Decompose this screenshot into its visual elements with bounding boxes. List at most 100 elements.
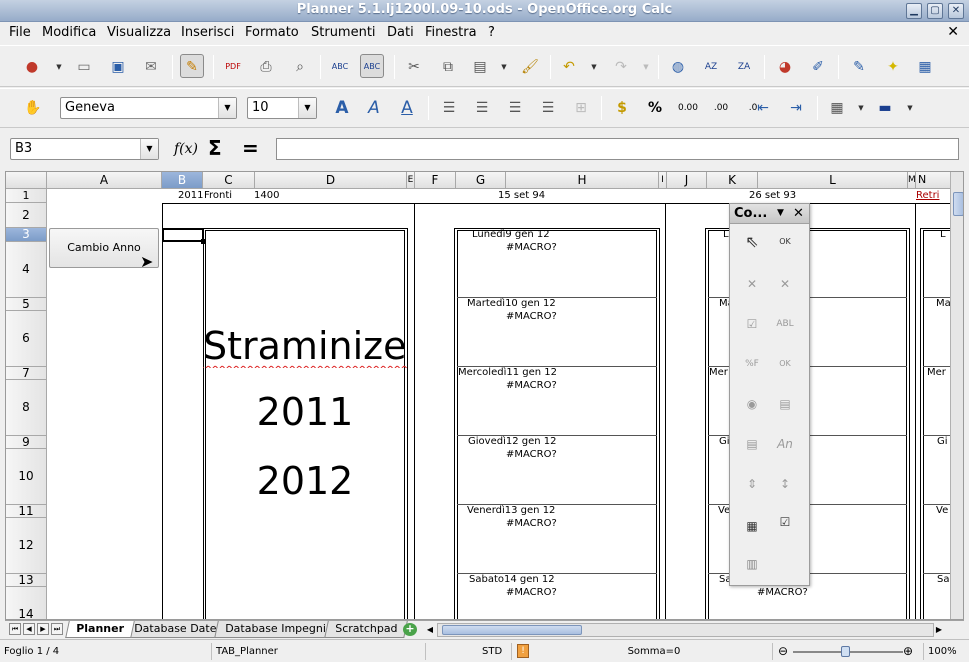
name-box[interactable]: B3 ▼ [10, 138, 159, 160]
column-header-l[interactable]: L [758, 172, 908, 189]
font-name-combo[interactable]: Geneva ▼ [60, 97, 237, 119]
sum-indicator[interactable]: Somma=0 [536, 643, 773, 660]
cell-c1[interactable]: Fronti [204, 190, 232, 201]
standard-format-icon[interactable]: 0.00 [676, 96, 700, 120]
align-center-icon[interactable]: ☰ [470, 96, 494, 120]
maximize-button[interactable]: ▢ [927, 3, 943, 19]
day-cell[interactable]: Sabato14 gen 12 [469, 574, 555, 585]
paste-icon[interactable]: ▤ [468, 55, 492, 79]
vertical-scrollbar[interactable] [950, 172, 963, 619]
row-header-2[interactable]: 2 [6, 203, 47, 228]
sort-ascending-icon[interactable]: AZ [699, 55, 723, 79]
align-right-icon[interactable]: ☰ [503, 96, 527, 120]
close-document-icon[interactable]: ✕ [947, 24, 959, 40]
zoom-level[interactable]: 100% [923, 643, 969, 660]
day-cell[interactable]: L [723, 229, 729, 240]
vertical-scroll-thumb[interactable] [953, 192, 963, 216]
zoom-slider-thumb[interactable] [841, 646, 850, 657]
sheet-indicator[interactable]: Foglio 1 / 4 [0, 643, 212, 660]
styles-formatting-icon[interactable]: ✋ [21, 96, 45, 120]
menu-inserisci[interactable]: Inserisci [181, 25, 234, 40]
tab-database-date[interactable]: Database Date [123, 621, 228, 638]
title-cell[interactable]: Straminizer [203, 324, 407, 368]
borders-dropdown-icon[interactable]: ▼ [857, 96, 865, 120]
cell-b1[interactable]: 2011 [178, 190, 203, 201]
form-design-icon[interactable]: ▥ [740, 552, 764, 576]
document-modified-icon[interactable]: ! [517, 644, 529, 658]
day-cell[interactable]: Gi [937, 436, 948, 447]
borders-icon[interactable]: ▦ [825, 96, 849, 120]
day-cell[interactable]: Giovedì12 gen 12 [468, 436, 557, 447]
row-header-9[interactable]: 9 [6, 436, 47, 449]
column-header-a[interactable]: A [47, 172, 162, 189]
tab-planner[interactable]: Planner [65, 621, 135, 638]
row-header-8[interactable]: 8 [6, 380, 47, 436]
menu-strumenti[interactable]: Strumenti [311, 25, 376, 40]
day-cell[interactable]: Ve [936, 505, 948, 516]
column-header-e[interactable]: E [407, 172, 415, 189]
new-document-icon[interactable]: ● [20, 55, 44, 79]
gallery-icon[interactable]: ✦ [881, 55, 905, 79]
macro-cell[interactable]: #MACRO? [506, 380, 557, 391]
row-header-3[interactable]: 3 [6, 228, 47, 242]
menu-formato[interactable]: Formato [245, 25, 299, 40]
select-pointer-icon[interactable]: ⇖ [740, 230, 764, 254]
fill-handle[interactable] [201, 239, 206, 244]
chevron-down-icon[interactable]: ▼ [218, 98, 236, 118]
copy-icon[interactable]: ⧉ [436, 55, 460, 79]
function-icon[interactable]: = [242, 136, 259, 160]
cell-d1[interactable]: 1400 [254, 190, 279, 201]
decrease-indent-icon[interactable]: ⇤ [751, 96, 775, 120]
italic-icon[interactable]: A [362, 96, 386, 120]
column-header-k[interactable]: K [707, 172, 758, 189]
column-header-g[interactable]: G [456, 172, 506, 189]
row-header-12[interactable]: 12 [6, 518, 47, 574]
menu-file[interactable]: File [9, 25, 31, 40]
close-window-button[interactable]: ✕ [948, 3, 964, 19]
background-color-icon[interactable]: ▬ [873, 96, 897, 120]
menu-finestra[interactable]: Finestra [425, 25, 477, 40]
row-header-1[interactable]: 1 [6, 189, 47, 203]
column-header-d[interactable]: D [255, 172, 407, 189]
format-paintbrush-icon[interactable]: 🖌 [518, 55, 542, 79]
next-sheet-icon[interactable]: ▶ [37, 623, 49, 635]
macro-cell[interactable]: #MACRO? [506, 587, 557, 598]
paste-dropdown-icon[interactable]: ▼ [500, 55, 508, 79]
draw-functions-icon[interactable]: ✐ [806, 55, 830, 79]
row-header-7[interactable]: 7 [6, 367, 47, 380]
menu-dati[interactable]: Dati [387, 25, 414, 40]
row-header-14[interactable]: 14 [6, 587, 47, 619]
justify-icon[interactable]: ☰ [536, 96, 560, 120]
day-cell[interactable]: Martedì10 gen 12 [467, 298, 556, 309]
column-header-c[interactable]: C [203, 172, 255, 189]
export-pdf-icon[interactable]: PDF [221, 55, 245, 79]
tab-database-impegni[interactable]: Database Impegni [214, 621, 337, 638]
horizontal-scroll-thumb[interactable] [442, 625, 582, 635]
bold-icon[interactable]: A [330, 96, 354, 120]
selection-mode-indicator[interactable]: STD [478, 643, 512, 660]
menu-modifica[interactable]: Modifica [42, 25, 96, 40]
column-header-b[interactable]: B [162, 172, 203, 189]
underline-icon[interactable]: A [395, 96, 419, 120]
function-wizard-icon[interactable]: f(x) [174, 141, 198, 157]
email-icon[interactable]: ✉ [139, 55, 163, 79]
column-header-f[interactable]: F [415, 172, 456, 189]
horizontal-scrollbar[interactable] [437, 623, 934, 637]
minimize-button[interactable]: ▁ [906, 3, 922, 19]
row-header-4[interactable]: 4 [6, 242, 47, 298]
hscroll-right-icon[interactable]: ▶ [934, 623, 944, 637]
day-cell[interactable]: Ma [936, 298, 951, 309]
day-cell[interactable]: Mercoledì11 gen 12 [458, 367, 557, 378]
macro-cell[interactable]: #MACRO? [506, 311, 557, 322]
push-button-icon[interactable]: OK [773, 230, 797, 254]
cell-n1[interactable]: Retri [916, 190, 939, 201]
menu-help[interactable]: ? [488, 25, 495, 40]
sum-icon[interactable]: Σ [208, 136, 222, 160]
macro-cell[interactable]: #MACRO? [506, 449, 557, 460]
print-icon[interactable]: ⎙ [254, 55, 278, 79]
row-header-13[interactable]: 13 [6, 574, 47, 587]
more-controls-icon[interactable]: ☑ [773, 510, 797, 534]
currency-format-icon[interactable]: $ [610, 96, 634, 120]
day-cell[interactable]: Venerdì13 gen 12 [467, 505, 555, 516]
form-controls-header[interactable]: Co... ▼ ✕ [730, 204, 809, 224]
